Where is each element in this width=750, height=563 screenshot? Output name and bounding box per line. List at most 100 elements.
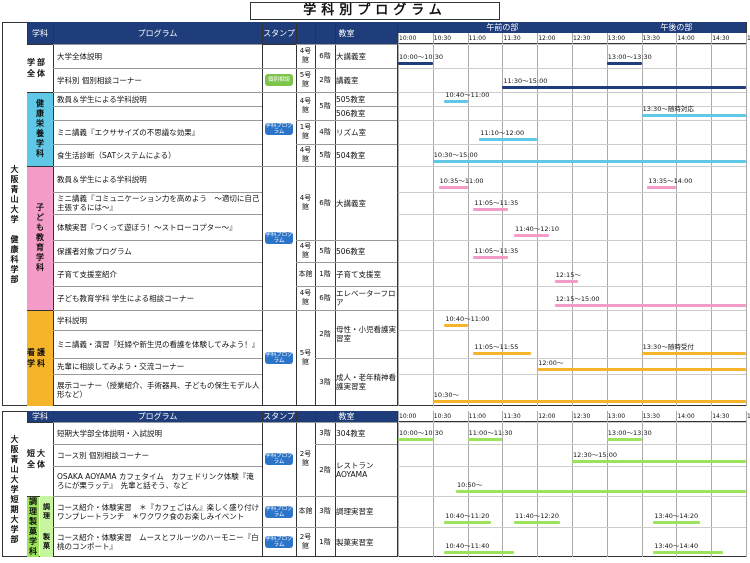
time-tick-label: 12:30: [573, 35, 591, 42]
row-divider-time: [398, 286, 746, 287]
time-tick-label: 12:00: [538, 413, 556, 420]
time-tick-label: 10:00: [399, 413, 417, 420]
row-divider-time: [398, 310, 746, 311]
sub-group-label: 製菓: [40, 527, 53, 557]
time-grid-line: [572, 411, 573, 557]
cell-room: 304教室: [336, 428, 366, 438]
cell-floor: 6階: [319, 293, 331, 302]
time-bar-label: 11:40〜12:20: [515, 512, 559, 520]
time-bar-label: 10:40〜11:20: [445, 512, 490, 520]
time-bar-label: 10:40〜11:00: [445, 315, 490, 323]
column-line: [53, 411, 54, 557]
program-name: 保護者対象プログラム: [57, 246, 132, 256]
time-bar-label: 11:30〜15:00: [503, 77, 548, 85]
row-divider-time: [398, 262, 746, 263]
cell-bld: 4号館: [299, 242, 312, 259]
cell-floor: 6階: [319, 198, 331, 207]
program-name: コース別 個別相談コーナー: [57, 450, 150, 460]
time-tick-label: 14:00: [677, 413, 695, 420]
time-bar-label: 10:40〜11:00: [445, 91, 490, 99]
time-bar: [398, 438, 433, 441]
row-divider-time: [398, 192, 746, 193]
row-divider-time: [398, 422, 746, 423]
time-bar: [479, 138, 538, 141]
column-line: [397, 411, 398, 557]
time-tick-label: 13:30: [642, 35, 660, 42]
cell-room: 大講義室: [336, 198, 366, 208]
cell-floor: 5階: [319, 150, 331, 159]
cell-room: 講義室: [336, 75, 359, 85]
time-bar: [473, 352, 532, 355]
page-title: 学科別プログラム: [250, 2, 500, 20]
cell-divider: [262, 527, 296, 528]
row-divider-time: [398, 44, 746, 45]
time-grid-line: [711, 411, 713, 557]
time-bar: [444, 521, 491, 524]
row-divider-time: [398, 240, 746, 241]
time-bar: [444, 551, 514, 554]
time-bar: [432, 400, 746, 403]
time-bar: [554, 280, 578, 283]
university-label: 大阪青山大学 健康科学部: [10, 165, 19, 285]
program-name: コース紹介・体験実習 ＊『カフェごはん』楽しく盛り付けワンプレートランチ ＊ワク…: [57, 502, 260, 521]
header-stamp: スタンプ: [262, 22, 296, 44]
time-bar-label: 10:35〜11:00: [439, 177, 484, 185]
time-bar: [473, 208, 509, 211]
cell-floor: 4階: [319, 127, 331, 136]
stamp-badge: 学科プログラム: [265, 352, 293, 364]
cell-floor: 6階: [319, 51, 331, 60]
time-bar-label: 11:00〜11:30: [468, 429, 513, 437]
column-line: [262, 411, 263, 557]
header-stamp: スタンプ: [262, 411, 296, 422]
program-name: 子ども教育学科 学生による相談コーナー: [57, 293, 195, 303]
time-bar: [641, 352, 746, 355]
column-line: [262, 22, 263, 406]
time-bar-label: 10:50〜: [457, 481, 483, 489]
row-divider-time: [398, 120, 746, 121]
university-label: 大阪青山大学短期大学部: [10, 434, 19, 545]
cell-divider: [262, 310, 296, 311]
time-tick-label: 10:30: [433, 35, 452, 42]
time-bar: [432, 160, 746, 163]
cell-floor: 3階: [319, 428, 331, 437]
time-bar-label: 12:15〜: [555, 271, 581, 279]
header-room: 教室: [296, 411, 397, 422]
time-tick-label: 12:30: [573, 413, 591, 420]
group-label: 看護学科: [27, 310, 53, 406]
time-bar-label: 12:15〜15:00: [555, 295, 600, 303]
time-tick-label: 13:00: [607, 35, 626, 42]
row-divider-time: [398, 330, 746, 331]
program-name: 展示コーナー（授業紹介、手術器具、子どもの保生モデル人形など）: [57, 381, 260, 399]
time-grid-line: [467, 33, 469, 406]
sub-group-label: 調理: [40, 496, 53, 527]
row-divider-time: [398, 444, 746, 445]
group-label: 学部全体: [27, 44, 53, 92]
cell-floor: 2階: [319, 465, 331, 474]
program-name: 教員＆学生による学科説明: [57, 94, 147, 104]
time-bar: [444, 100, 468, 103]
program-name: ミニ講義『エクササイズの不思議な効果』: [57, 127, 200, 137]
cell-room: 製菓実習室: [336, 537, 374, 547]
cell-bld: 2号館: [299, 533, 312, 550]
program-name: ミニ講義・演習『妊婦や新生児の看護を体験してみよう！』: [57, 339, 260, 349]
cell-bld: 2号館: [299, 450, 312, 467]
program-name: 教員＆学生による学科説明: [57, 174, 147, 184]
row-divider-time: [398, 374, 746, 375]
time-bar: [554, 304, 746, 307]
program-name: 大学全体説明: [57, 51, 102, 61]
cell-bld: 4号館: [299, 289, 312, 306]
stamp-badge: 学科プログラム: [265, 536, 293, 548]
time-bar: [641, 114, 746, 117]
cell-divider: [262, 92, 296, 93]
row-divider-time: [398, 214, 746, 215]
time-grid-line: [432, 33, 434, 406]
time-bar: [514, 521, 561, 524]
time-tick-label: 14:30: [712, 413, 730, 420]
program-name: ミニ講義『コミュニケーション力を高めよう 〜適切に自己主張するには〜』: [57, 194, 260, 212]
cell-room: 調理実習室: [336, 507, 374, 516]
time-grid-line: [676, 411, 678, 557]
time-bar: [502, 86, 746, 89]
row-divider-time: [398, 358, 746, 359]
cell-bld: 4号館: [299, 97, 312, 114]
time-bar-label: 13:40〜14:40: [654, 542, 699, 550]
